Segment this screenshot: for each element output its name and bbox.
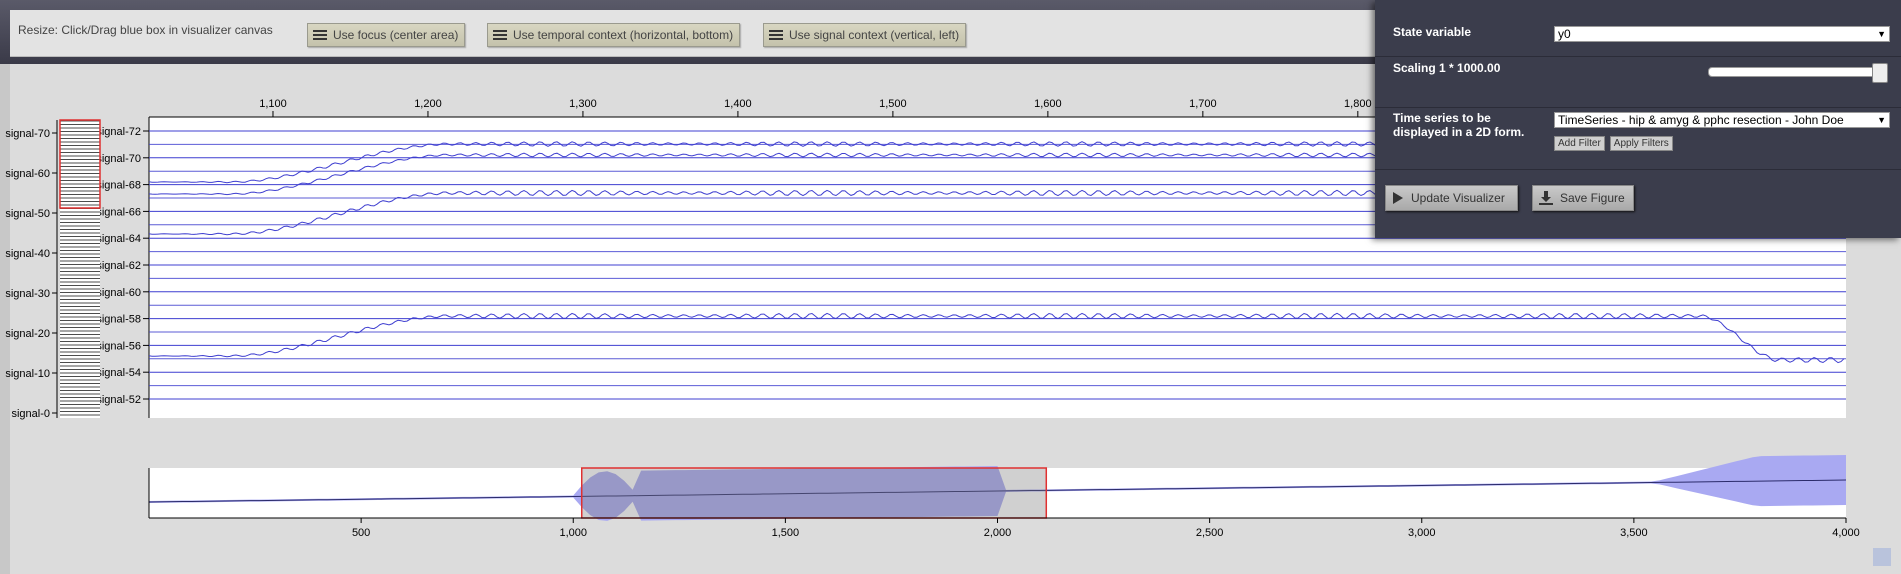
- signal-context-label: signal-10: [5, 368, 50, 380]
- chevron-down-icon: ▼: [1877, 115, 1886, 125]
- signal-context-label: signal-40: [5, 248, 50, 260]
- scaling-slider[interactable]: [1708, 63, 1888, 83]
- channel-label: signal-60: [96, 287, 141, 299]
- scaling-row: Scaling 1 * 1000.00: [1375, 56, 1901, 108]
- settings-panel: State variable y0 ▼ Scaling 1 * 1000.00 …: [1375, 0, 1901, 238]
- context-x-tick-label: 500: [352, 527, 370, 539]
- channel-label: signal-66: [96, 206, 141, 218]
- state-variable-value: y0: [1558, 27, 1571, 41]
- signal-context-label: signal-60: [5, 168, 50, 180]
- focus-x-tick-label: 1,300: [569, 98, 597, 110]
- update-visualizer-label: Update Visualizer: [1411, 191, 1505, 205]
- signal-context-label: signal-30: [5, 288, 50, 300]
- chevron-down-icon: ▼: [1877, 29, 1886, 39]
- channel-label: signal-72: [96, 126, 141, 138]
- channel-label: signal-62: [96, 260, 141, 272]
- focus-x-tick-label: 1,500: [879, 98, 907, 110]
- filter-buttons: Add Filter Apply Filters: [1554, 136, 1673, 151]
- play-icon: [1393, 192, 1403, 204]
- scaling-label: Scaling 1 * 1000.00: [1393, 61, 1501, 75]
- channel-label: signal-64: [96, 233, 141, 245]
- signal-context-label: signal-50: [5, 208, 50, 220]
- context-x-tick-label: 2,500: [1196, 527, 1224, 539]
- focus-x-tick-label: 1,600: [1034, 98, 1062, 110]
- focus-x-tick-label: 1,200: [414, 98, 442, 110]
- signal-context-label: signal-0: [11, 408, 50, 420]
- channel-label: signal-68: [96, 180, 141, 192]
- channel-label: signal-70: [96, 153, 141, 165]
- timeseries-value: TimeSeries - hip & amyg & pphc resection…: [1558, 113, 1844, 127]
- focus-x-tick-label: 1,400: [724, 98, 752, 110]
- context-x-tick-label: 4,000: [1832, 527, 1860, 539]
- context-x-tick-label: 2,000: [984, 527, 1012, 539]
- context-x-tick-label: 1,000: [559, 527, 587, 539]
- download-icon: [1539, 191, 1553, 205]
- context-x-tick-label: 1,500: [772, 527, 800, 539]
- add-filter-button[interactable]: Add Filter: [1554, 136, 1605, 151]
- state-variable-row: State variable y0 ▼: [1375, 16, 1901, 57]
- timeseries-label: Time series to be displayed in a 2D form…: [1393, 111, 1525, 139]
- focus-x-tick-label: 1,100: [259, 98, 287, 110]
- state-variable-label: State variable: [1393, 25, 1472, 39]
- save-figure-button[interactable]: Save Figure: [1532, 185, 1634, 211]
- apply-filters-button[interactable]: Apply Filters: [1609, 136, 1673, 151]
- resize-grip[interactable]: [1873, 548, 1891, 566]
- channel-label: signal-52: [96, 394, 141, 406]
- state-variable-select[interactable]: y0 ▼: [1554, 26, 1890, 42]
- signal-context-label: signal-20: [5, 328, 50, 340]
- channel-label: signal-58: [96, 314, 141, 326]
- context-x-tick-label: 3,000: [1408, 527, 1436, 539]
- context-x-tick-label: 3,500: [1620, 527, 1648, 539]
- timeseries-select[interactable]: TimeSeries - hip & amyg & pphc resection…: [1554, 112, 1890, 128]
- save-figure-label: Save Figure: [1560, 191, 1625, 205]
- channel-label: signal-54: [96, 367, 141, 379]
- focus-x-tick-label: 1,700: [1189, 98, 1217, 110]
- slider-handle[interactable]: [1872, 63, 1888, 83]
- context-selection-window: [580, 467, 1048, 519]
- focus-x-tick-label: 1,800: [1344, 98, 1372, 110]
- signal-context-label: signal-70: [5, 128, 50, 140]
- update-visualizer-button[interactable]: Update Visualizer: [1385, 185, 1518, 211]
- channel-label: signal-56: [96, 340, 141, 352]
